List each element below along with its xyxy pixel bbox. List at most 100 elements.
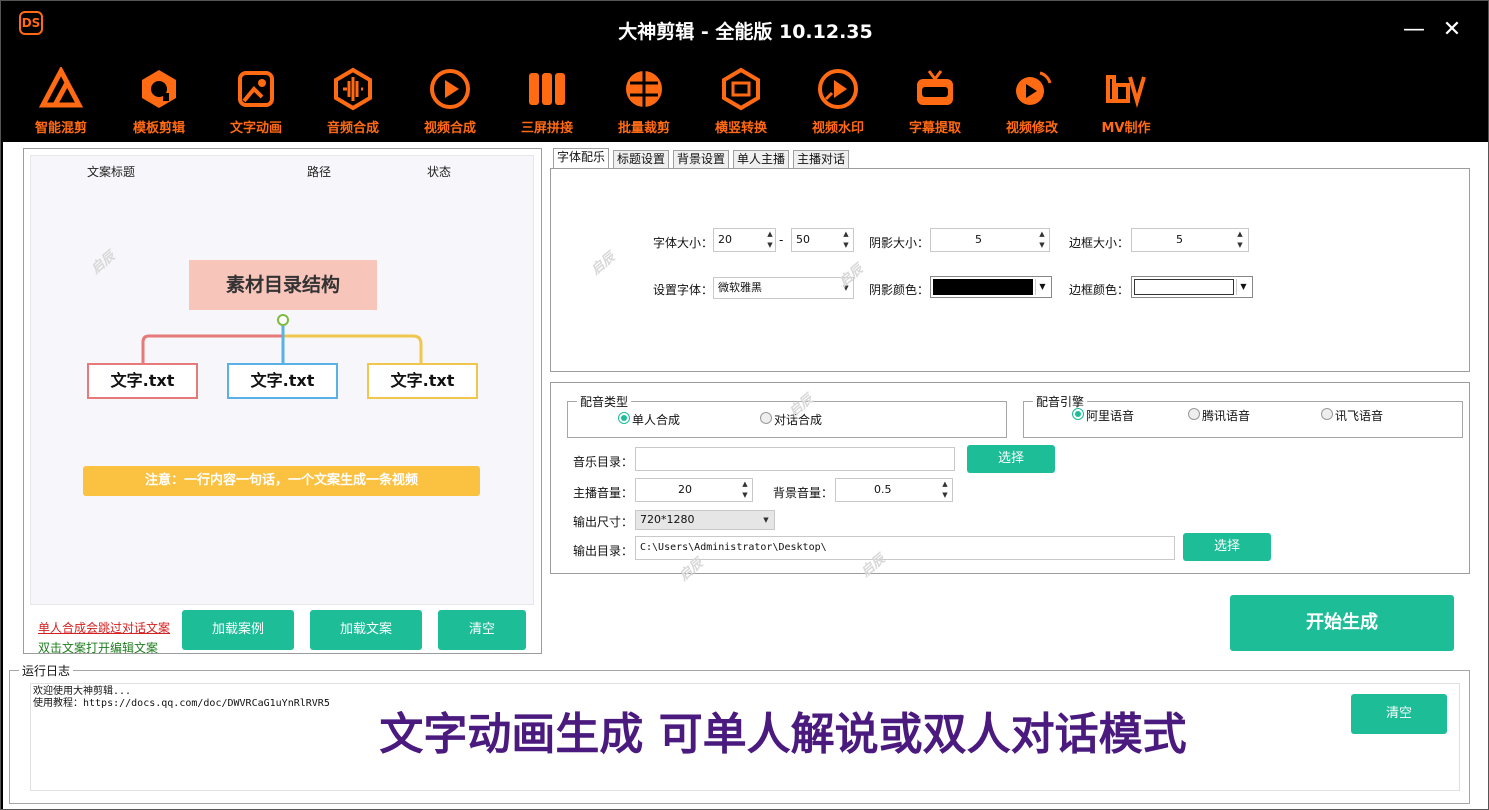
close-button[interactable]: ✕ <box>1437 15 1467 45</box>
video-modify-icon <box>1016 71 1052 105</box>
triple-screen-icon <box>529 73 565 105</box>
tool-video-watermark[interactable]: 视频水印 <box>790 63 886 139</box>
file-list[interactable]: 文案标题 路径 状态 素材目录结构 文字.txt 文字.txt 文字.txt 注… <box>30 155 534 605</box>
mv-make-icon <box>1106 75 1146 109</box>
load-example-button[interactable]: 加载案例 <box>182 610 294 650</box>
batch-crop-icon <box>626 71 662 107</box>
tab-font-music[interactable]: 字体配乐 <box>553 148 610 168</box>
output-dir-input[interactable]: C:\Users\Administrator\Desktop\ <box>635 536 1175 560</box>
chevron-down-icon: ▼ <box>1236 279 1250 295</box>
log-clear-button[interactable]: 清空 <box>1351 694 1447 734</box>
title-bar: DS 大神剪辑 - 全能版 10.12.35 — ✕ <box>1 1 1489 59</box>
font-settings-panel: 字体大小： 20 ▲ ▼ - 50 ▲ ▼ 阴影大小： 5 ▲ ▼ 边框大小： 5 ▲… <box>550 168 1470 372</box>
tool-template-edit[interactable]: 模板剪辑 <box>111 63 207 139</box>
main-volume-stepper[interactable]: ▲ ▼ <box>738 479 752 501</box>
orientation-convert-icon <box>722 67 760 111</box>
tool-video-modify[interactable]: 视频修改 <box>984 63 1080 139</box>
tab-host-dialogue[interactable]: 主播对话 <box>793 150 850 168</box>
column-title: 文案标题 <box>87 165 136 179</box>
music-select-button[interactable]: 选择 <box>967 445 1055 473</box>
module-toolbar: 智能混剪 模板剪辑 文字动画 音频合成 视频合成 三屏拼接 批量裁剪 横竖转换 … <box>1 63 1489 141</box>
tool-smart-mix[interactable]: 智能混剪 <box>13 63 109 139</box>
music-dir-input[interactable] <box>635 447 955 471</box>
tab-title-settings[interactable]: 标题设置 <box>613 150 670 168</box>
shadow-color-swatch <box>933 279 1033 295</box>
subtitle-extract-icon <box>917 70 953 105</box>
bg-volume-stepper[interactable]: ▲ ▼ <box>938 479 952 501</box>
hint-single-skip: 单人合成会跳过对话文案 <box>38 621 171 635</box>
video-synthesis-icon <box>430 69 470 109</box>
main-volume-label: 主播音量： <box>573 486 634 500</box>
shadow-size-label: 阴影大小： <box>869 236 930 250</box>
text-animation-icon <box>238 71 274 107</box>
tool-video-synthesis[interactable]: 视频合成 <box>402 63 498 139</box>
hint-double-click: 双击文案打开编辑文案 <box>38 641 159 655</box>
shadow-color-select[interactable]: ▼ <box>930 276 1052 298</box>
file-panel: 文案标题 路径 状态 素材目录结构 文字.txt 文字.txt 文字.txt 注… <box>23 148 542 655</box>
log-title: 运行日志 <box>19 662 74 679</box>
border-size-input[interactable]: 5 <box>1131 228 1249 252</box>
tool-batch-crop[interactable]: 批量裁剪 <box>596 63 692 139</box>
chevron-down-icon: ▼ <box>763 516 769 524</box>
radio-xunfei-voice[interactable] <box>1321 408 1333 420</box>
diagram-root: 素材目录结构 <box>189 260 377 310</box>
tool-mv-make[interactable]: MV制作 <box>1078 63 1174 139</box>
main-volume-input[interactable]: 20 <box>635 478 753 502</box>
column-path: 路径 <box>307 165 332 179</box>
chevron-down-icon: ▼ <box>1035 279 1049 295</box>
font-size-min-stepper[interactable]: ▲ ▼ <box>763 229 777 251</box>
tool-subtitle-extract[interactable]: 字幕提取 <box>887 63 983 139</box>
tool-audio-synthesis[interactable]: 音频合成 <box>305 63 401 139</box>
font-family-label: 设置字体： <box>653 283 714 297</box>
bg-volume-input[interactable]: 0.5 <box>835 478 953 502</box>
start-generate-button[interactable]: 开始生成 <box>1230 595 1454 651</box>
smart-mix-icon <box>39 67 83 108</box>
tool-text-animation[interactable]: 文字动画 <box>208 63 304 139</box>
audio-synthesis-icon <box>334 67 372 111</box>
tab-single-host[interactable]: 单人主播 <box>733 150 790 168</box>
border-color-select[interactable]: ▼ <box>1131 276 1253 298</box>
video-watermark-icon <box>818 69 858 109</box>
tool-triple-screen[interactable]: 三屏拼接 <box>499 63 595 139</box>
output-select-button[interactable]: 选择 <box>1183 533 1271 561</box>
border-color-swatch <box>1134 279 1234 295</box>
output-size-select[interactable]: 720*1280 <box>635 510 775 530</box>
voice-engine-group: 配音引擎 阿里语音 腾讯语音 讯飞语音 <box>1023 393 1463 438</box>
clear-list-button[interactable]: 清空 <box>438 610 526 650</box>
border-color-label: 边框颜色： <box>1069 283 1130 297</box>
tab-background-settings[interactable]: 背景设置 <box>673 150 730 168</box>
font-size-max-stepper[interactable]: ▲ ▼ <box>839 229 853 251</box>
shadow-size-stepper[interactable]: ▲ ▼ <box>1035 229 1049 251</box>
output-dir-label: 输出目录： <box>573 544 634 558</box>
diagram-note: 注意：一行内容一句话，一个文案生成一条视频 <box>83 466 480 496</box>
diagram-file: 文字.txt <box>367 363 478 399</box>
log-line: 欢迎使用大神剪辑... <box>33 686 132 697</box>
template-edit-icon <box>142 70 176 108</box>
app-window: DS 大神剪辑 - 全能版 10.12.35 — ✕ 智能混剪 模板剪辑 文字动… <box>0 0 1489 810</box>
app-title: 大神剪辑 - 全能版 10.12.35 <box>618 21 873 43</box>
music-dir-label: 音乐目录： <box>573 455 634 469</box>
border-size-label: 边框大小： <box>1069 236 1130 250</box>
client-area: 文案标题 路径 状态 素材目录结构 文字.txt 文字.txt 文字.txt 注… <box>3 142 1488 809</box>
radio-tencent-voice[interactable] <box>1188 408 1200 420</box>
font-family-select[interactable]: 微软雅黑 <box>713 277 854 299</box>
radio-dialogue-synthesis[interactable] <box>760 412 772 424</box>
voice-settings-panel: 配音类型 单人合成 对话合成 配音引擎 阿里语音 腾讯语音 讯飞语音 音乐目录：… <box>550 382 1470 584</box>
radio-ali-voice[interactable] <box>1072 408 1084 420</box>
tool-orientation-convert[interactable]: 横竖转换 <box>693 63 789 139</box>
bg-volume-label: 背景音量： <box>773 486 834 500</box>
column-status: 状态 <box>427 165 452 179</box>
diagram-file: 文字.txt <box>227 363 338 399</box>
shadow-color-label: 阴影颜色： <box>869 283 930 297</box>
load-script-button[interactable]: 加载文案 <box>310 610 422 650</box>
shadow-size-input[interactable]: 5 <box>930 228 1050 252</box>
radio-single-synthesis[interactable] <box>618 412 630 424</box>
border-size-stepper[interactable]: ▲ ▼ <box>1233 229 1247 251</box>
font-size-label: 字体大小： <box>653 236 714 250</box>
watermark: 启辰 <box>88 248 119 278</box>
promo-banner: 文字动画生成 可单人解说或双人对话模式 <box>379 709 1187 760</box>
diagram-connectors <box>141 314 423 364</box>
diagram-file: 文字.txt <box>87 363 198 399</box>
output-size-label: 输出尺寸： <box>573 515 634 529</box>
minimize-button[interactable]: — <box>1399 15 1429 45</box>
